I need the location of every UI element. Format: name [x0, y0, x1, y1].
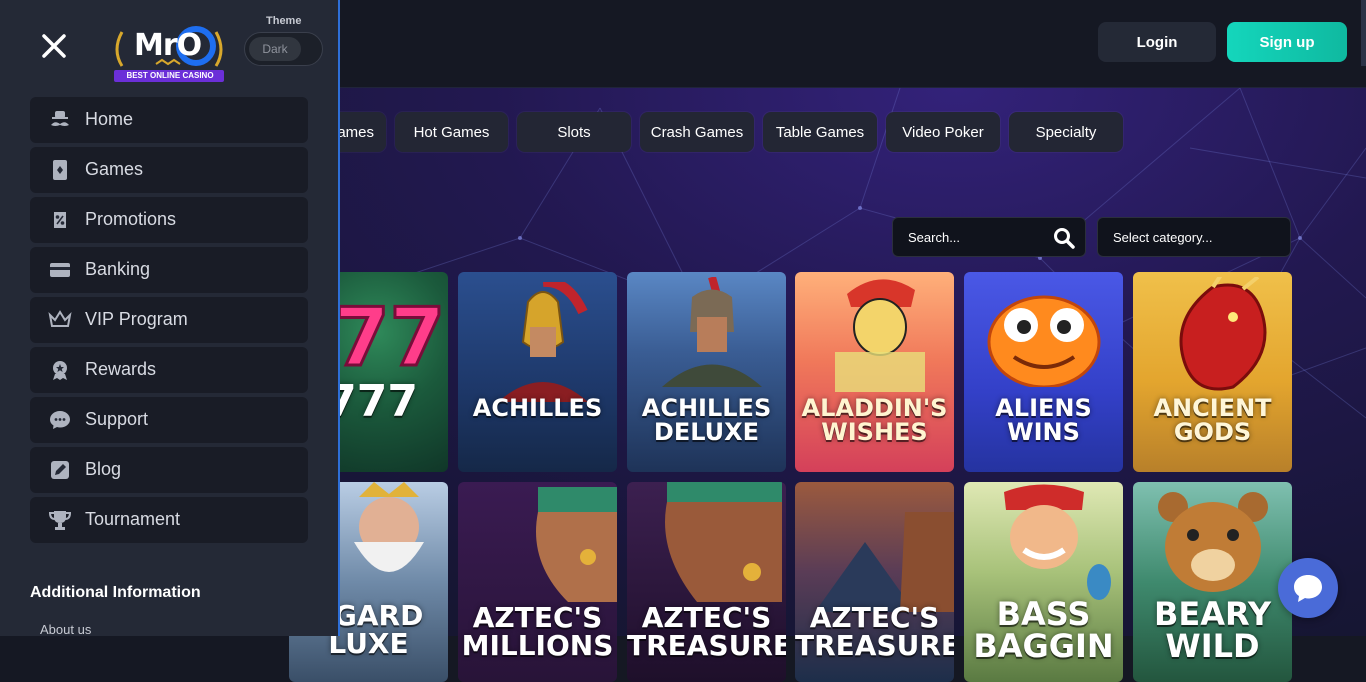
warrior-helmet-art: [498, 282, 588, 402]
game-title: ACHILLES: [472, 394, 603, 422]
category-chip-hot-games[interactable]: Hot Games: [395, 112, 508, 152]
sidebar-item-blog[interactable]: Blog: [30, 447, 308, 493]
mro-logo[interactable]: MrO BEST ONLINE CASINO: [112, 20, 226, 84]
aztec-face-art: [665, 482, 782, 602]
sidebar-item-label: Banking: [85, 259, 151, 279]
game-title: AZTEC'S TREASURE: [795, 601, 954, 662]
category-chip-slots[interactable]: Slots: [517, 112, 631, 152]
sidebar-item-label: Tournament: [85, 509, 181, 529]
game-tile-aztecs-treasure[interactable]: AZTEC'S TREASURE: [627, 482, 786, 682]
game-tile-beary-wild[interactable]: BEARY WILD: [1133, 482, 1292, 682]
close-icon[interactable]: [38, 30, 70, 62]
additional-info-heading: Additional Information: [30, 584, 201, 601]
orange-alien-art: [987, 295, 1101, 387]
game-tile-bass-baggin[interactable]: BASS BAGGIN: [964, 482, 1123, 682]
game-tile-achilles[interactable]: ACHILLES: [458, 272, 617, 472]
login-button[interactable]: Login: [1098, 22, 1216, 62]
logo-wordmark: MrO: [134, 28, 202, 63]
game-title: BEARY WILD: [1153, 595, 1272, 665]
sidebar-item-label: VIP Program: [85, 309, 188, 329]
sidebar-item-banking[interactable]: Banking: [30, 247, 308, 293]
game-title: ACHILLES DELUXE: [641, 394, 772, 446]
category-chip-specialty[interactable]: Specialty: [1009, 112, 1123, 152]
playing-card-icon: [48, 158, 72, 182]
card-icon: [48, 258, 72, 282]
fisherman-art: [1004, 484, 1111, 600]
slot-sevens-art: 77: [333, 290, 447, 381]
game-title: AZTEC'S MILLIONS: [461, 601, 614, 662]
signup-button[interactable]: Sign up: [1227, 22, 1347, 62]
crown-icon: [48, 308, 72, 332]
warrior-art: [662, 277, 762, 387]
game-tile-ancient-gods[interactable]: ANCIENT GODS: [1133, 272, 1292, 472]
game-tile-aztecs-millions[interactable]: AZTEC'S MILLIONS: [458, 482, 617, 682]
search-icon[interactable]: [1053, 227, 1075, 249]
game-title: BASS BAGGIN: [973, 595, 1114, 665]
sidebar-item-rewards[interactable]: Rewards: [30, 347, 308, 393]
live-chat-button[interactable]: [1278, 558, 1338, 618]
tag-percent-icon: [48, 208, 72, 232]
category-select[interactable]: Select category...: [1097, 217, 1291, 257]
chat-bubble-icon: [1294, 575, 1322, 602]
game-tile-aliens-wins[interactable]: ALIENS WINS: [964, 272, 1123, 472]
game-title: ANCIENT GODS: [1153, 394, 1272, 446]
game-title: AZTEC'S TREASURE: [627, 601, 786, 662]
sidebar-item-label: Blog: [85, 459, 122, 479]
chat-bubble-icon: [48, 408, 72, 432]
search-placeholder: Search...: [908, 229, 961, 245]
mustache-hat-icon: [48, 108, 72, 132]
red-dragon-art: [1179, 277, 1267, 391]
theme-value: Dark: [249, 37, 301, 61]
sidebar-item-label: Rewards: [85, 359, 157, 379]
theme-toggle[interactable]: Dark: [244, 32, 323, 66]
medal-icon: [48, 358, 72, 382]
sidebar-item-label: Promotions: [85, 209, 177, 229]
sidebar-menu: MrO BEST ONLINE CASINO Theme Dark Home G…: [0, 0, 340, 637]
sidebar-item-vip-program[interactable]: VIP Program: [30, 297, 308, 343]
sidebar-item-label: Support: [85, 409, 149, 429]
bear-character-art: [1158, 492, 1268, 592]
sidebar-item-support[interactable]: Support: [30, 397, 308, 443]
aztec-pyramid-art: [815, 512, 954, 612]
sidebar-item-games[interactable]: Games: [30, 147, 308, 193]
sidebar-item-label: Games: [85, 159, 144, 179]
sidebar-item-home[interactable]: Home: [30, 97, 308, 143]
edit-icon: [48, 458, 72, 482]
sidebar-item-label: Home: [85, 109, 134, 129]
game-tile-achilles-deluxe[interactable]: ACHILLES DELUXE: [627, 272, 786, 472]
page-scrollbar[interactable]: [1361, 0, 1366, 66]
about-us-link[interactable]: About us: [40, 622, 91, 637]
logo-tagline: BEST ONLINE CASINO: [126, 71, 214, 80]
sidebar-item-promotions[interactable]: Promotions: [30, 197, 308, 243]
odin-character-art: [354, 482, 424, 572]
sidebar-item-tournament[interactable]: Tournament: [30, 497, 308, 543]
theme-label: Theme: [266, 15, 302, 27]
genie-character-art: [835, 279, 925, 392]
search-input[interactable]: Search...: [892, 217, 1086, 257]
aztec-warrior-art: [536, 487, 617, 602]
svg-text:77: 77: [334, 291, 445, 380]
category-chip-table-games[interactable]: Table Games: [763, 112, 877, 152]
category-chip-video-poker[interactable]: Video Poker: [886, 112, 1000, 152]
category-chip-crash-games[interactable]: Crash Games: [640, 112, 754, 152]
trophy-icon: [48, 508, 72, 532]
game-title: ALIENS WINS: [995, 394, 1092, 446]
game-tile-aztecs-treasure-2[interactable]: AZTEC'S TREASURE: [795, 482, 954, 682]
game-tile-aladdins-wishes[interactable]: ALADDIN'S WISHES: [795, 272, 954, 472]
game-title: ALADDIN'S WISHES: [801, 394, 948, 446]
